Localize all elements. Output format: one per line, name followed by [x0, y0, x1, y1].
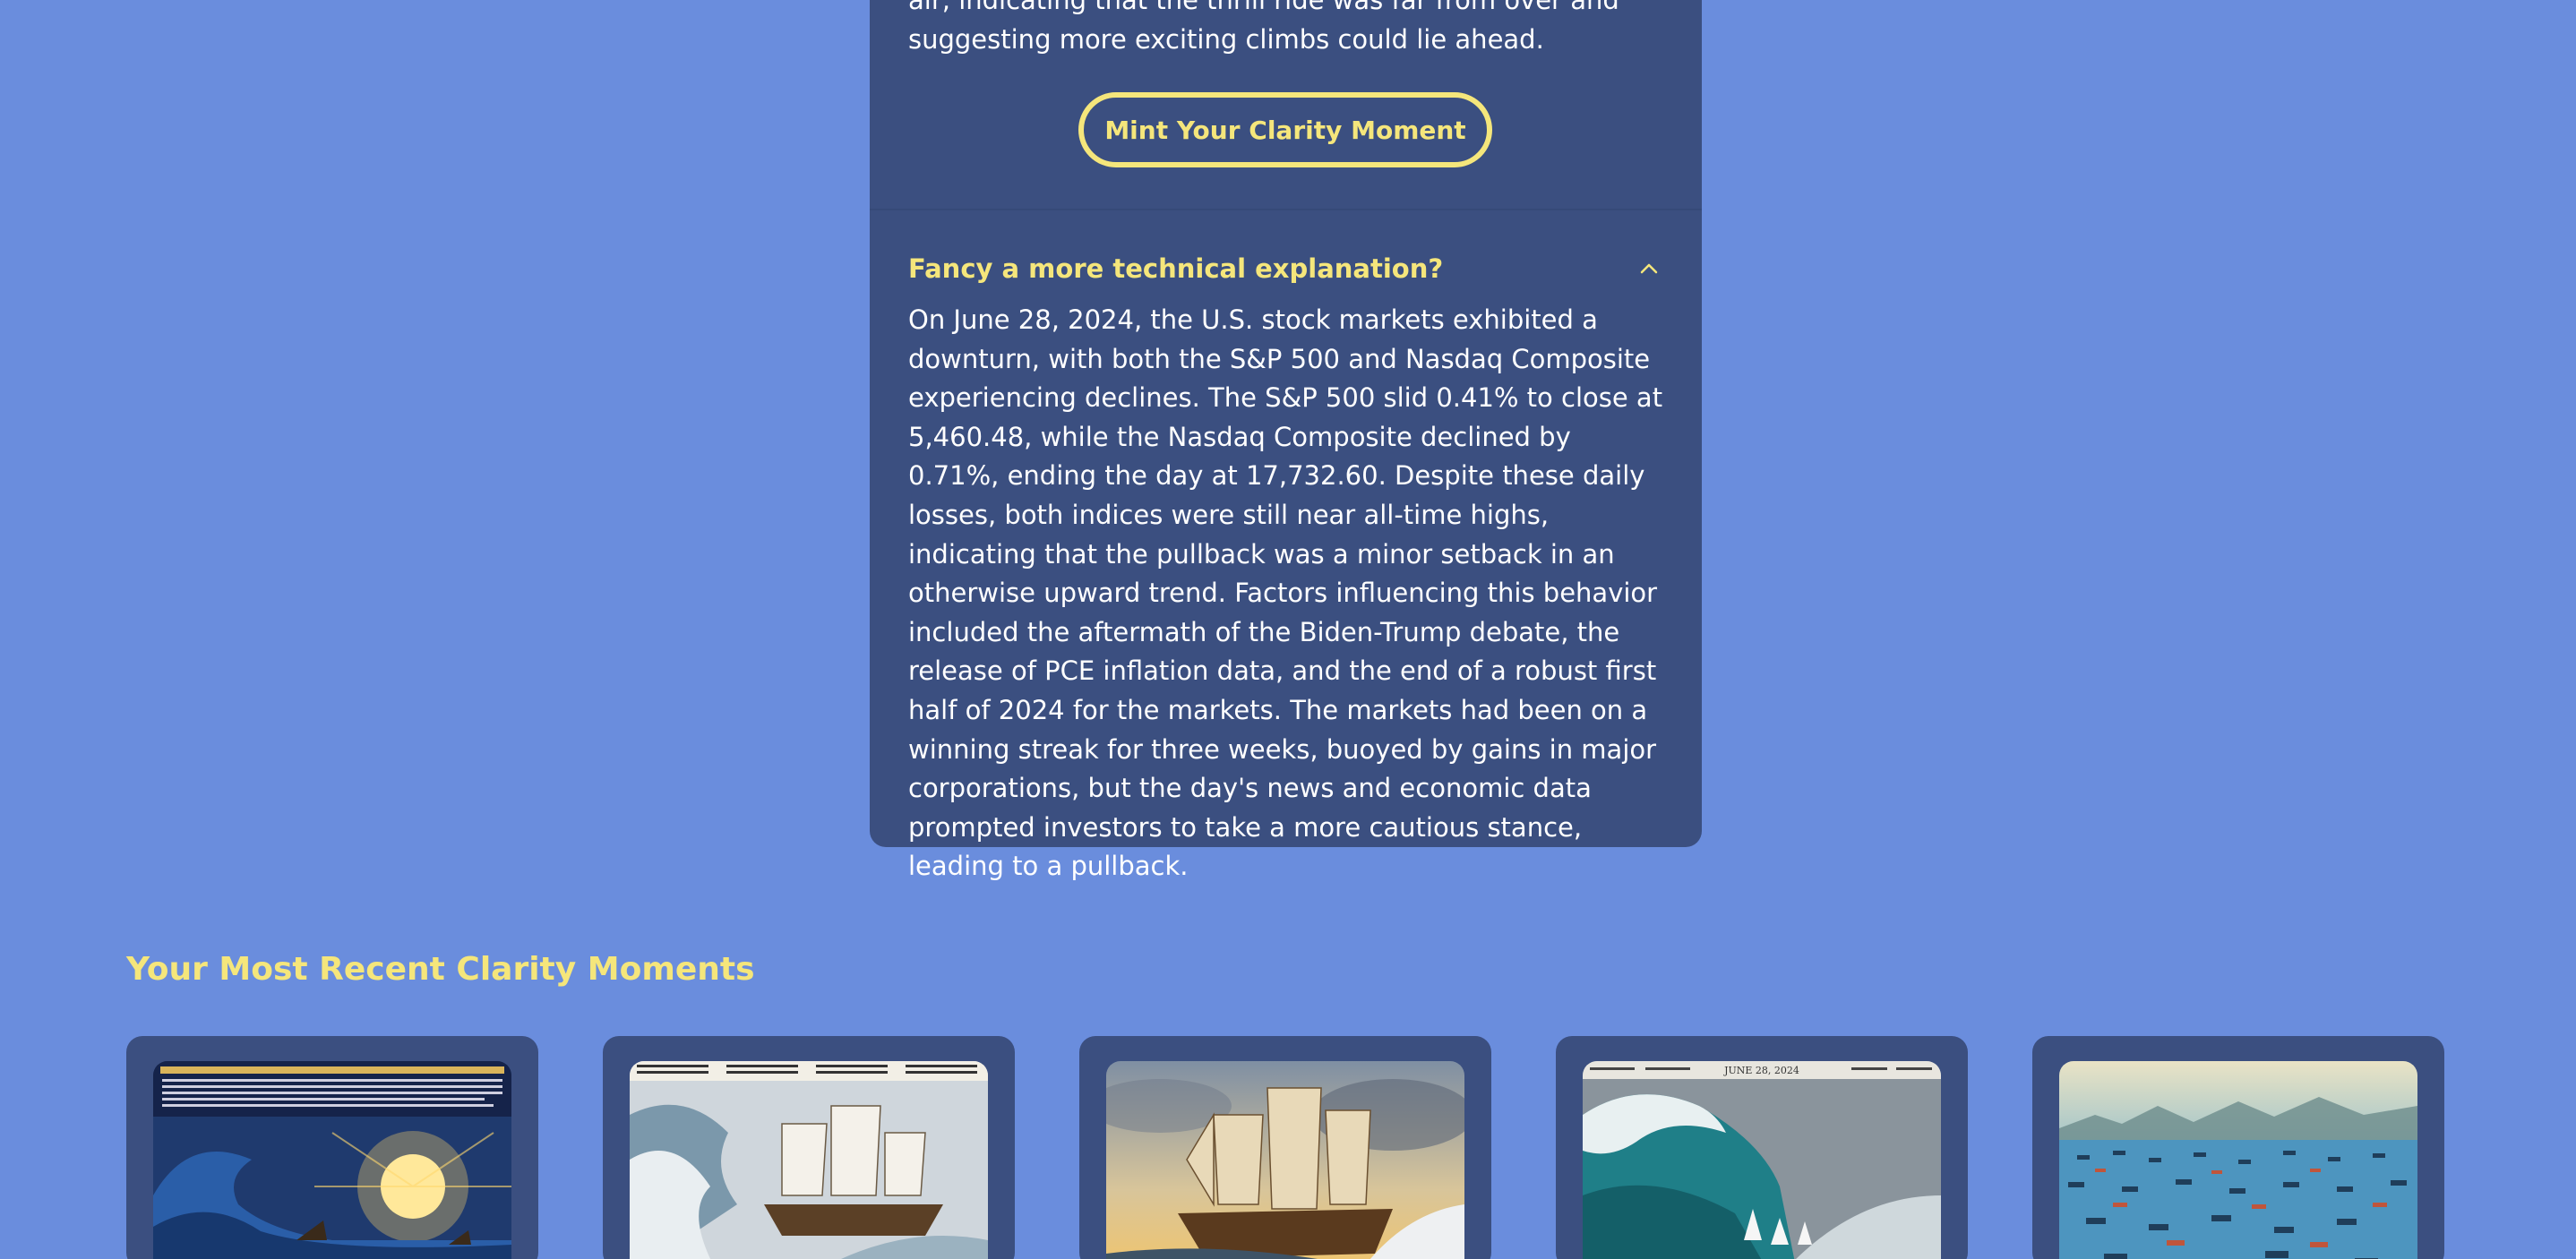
newspaper-date-text: JUNE 28, 2024 — [1723, 1065, 1799, 1076]
technical-explanation-toggle[interactable]: Fancy a more technical explanation? — [908, 244, 1663, 294]
story-text: air, indicating that the thrill ride was… — [908, 0, 1619, 55]
recent-moments-heading: Your Most Recent Clarity Moments — [126, 951, 755, 988]
divider — [870, 209, 1702, 210]
chevron-up-icon[interactable] — [1635, 254, 1663, 283]
mint-clarity-moment-button[interactable]: Mint Your Clarity Moment — [1078, 92, 1492, 167]
moment-card[interactable] — [126, 1036, 538, 1259]
recent-moments-list: JUNE 28, 2024 — [126, 1036, 2446, 1259]
sea-of-boats-image — [2059, 1061, 2417, 1259]
newspaper-sailing-ship-storm-image — [630, 1061, 988, 1259]
moment-card[interactable] — [1079, 1036, 1491, 1259]
sailing-ship-sunset-image — [1106, 1061, 1464, 1259]
newspaper-giant-wave-image: JUNE 28, 2024 — [1583, 1061, 1941, 1259]
newspaper-wave-sunrise-image — [153, 1061, 511, 1259]
moment-card[interactable] — [603, 1036, 1015, 1259]
moment-card[interactable] — [2032, 1036, 2444, 1259]
technical-explanation-title: Fancy a more technical explanation? — [908, 253, 1444, 284]
story-card: air, indicating that the thrill ride was… — [870, 0, 1702, 881]
technical-explanation-text: On June 28, 2024, the U.S. stock markets… — [908, 304, 1663, 882]
moment-card[interactable]: JUNE 28, 2024 — [1556, 1036, 1968, 1259]
page: air, indicating that the thrill ride was… — [0, 0, 2576, 1259]
